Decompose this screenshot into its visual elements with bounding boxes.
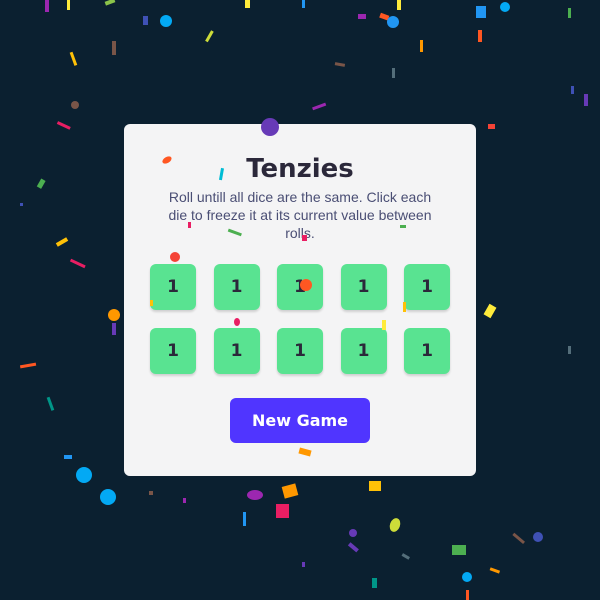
game-card: Tenzies Roll untill all dice are the sam… [124,124,476,476]
die-2[interactable]: 1 [213,264,260,310]
instructions-text: Roll untill all dice are the same. Click… [168,189,432,241]
die-value: 1 [294,341,306,361]
die-8[interactable]: 1 [277,328,323,374]
die-value: 1 [421,341,433,361]
die-value: 1 [294,277,306,297]
die-value: 1 [357,341,370,361]
die-10[interactable]: 1 [404,328,450,374]
die-6[interactable]: 1 [150,328,196,374]
die-9[interactable]: 1 [340,328,387,374]
die-1[interactable]: 1 [150,264,196,310]
die-3[interactable]: 1 [277,264,323,310]
die-value: 1 [357,277,370,297]
die-5[interactable]: 1 [404,264,450,310]
page-title: Tenzies [246,154,354,184]
new-game-button[interactable]: New Game [230,398,370,443]
die-7[interactable]: 1 [213,328,260,374]
die-value: 1 [421,277,433,297]
die-4[interactable]: 1 [340,264,387,310]
die-value: 1 [167,277,179,297]
die-value: 1 [167,341,179,361]
die-value: 1 [230,277,243,297]
dice-grid: 1 1 1 1 1 1 1 1 1 1 [150,264,450,374]
die-value: 1 [230,341,243,361]
